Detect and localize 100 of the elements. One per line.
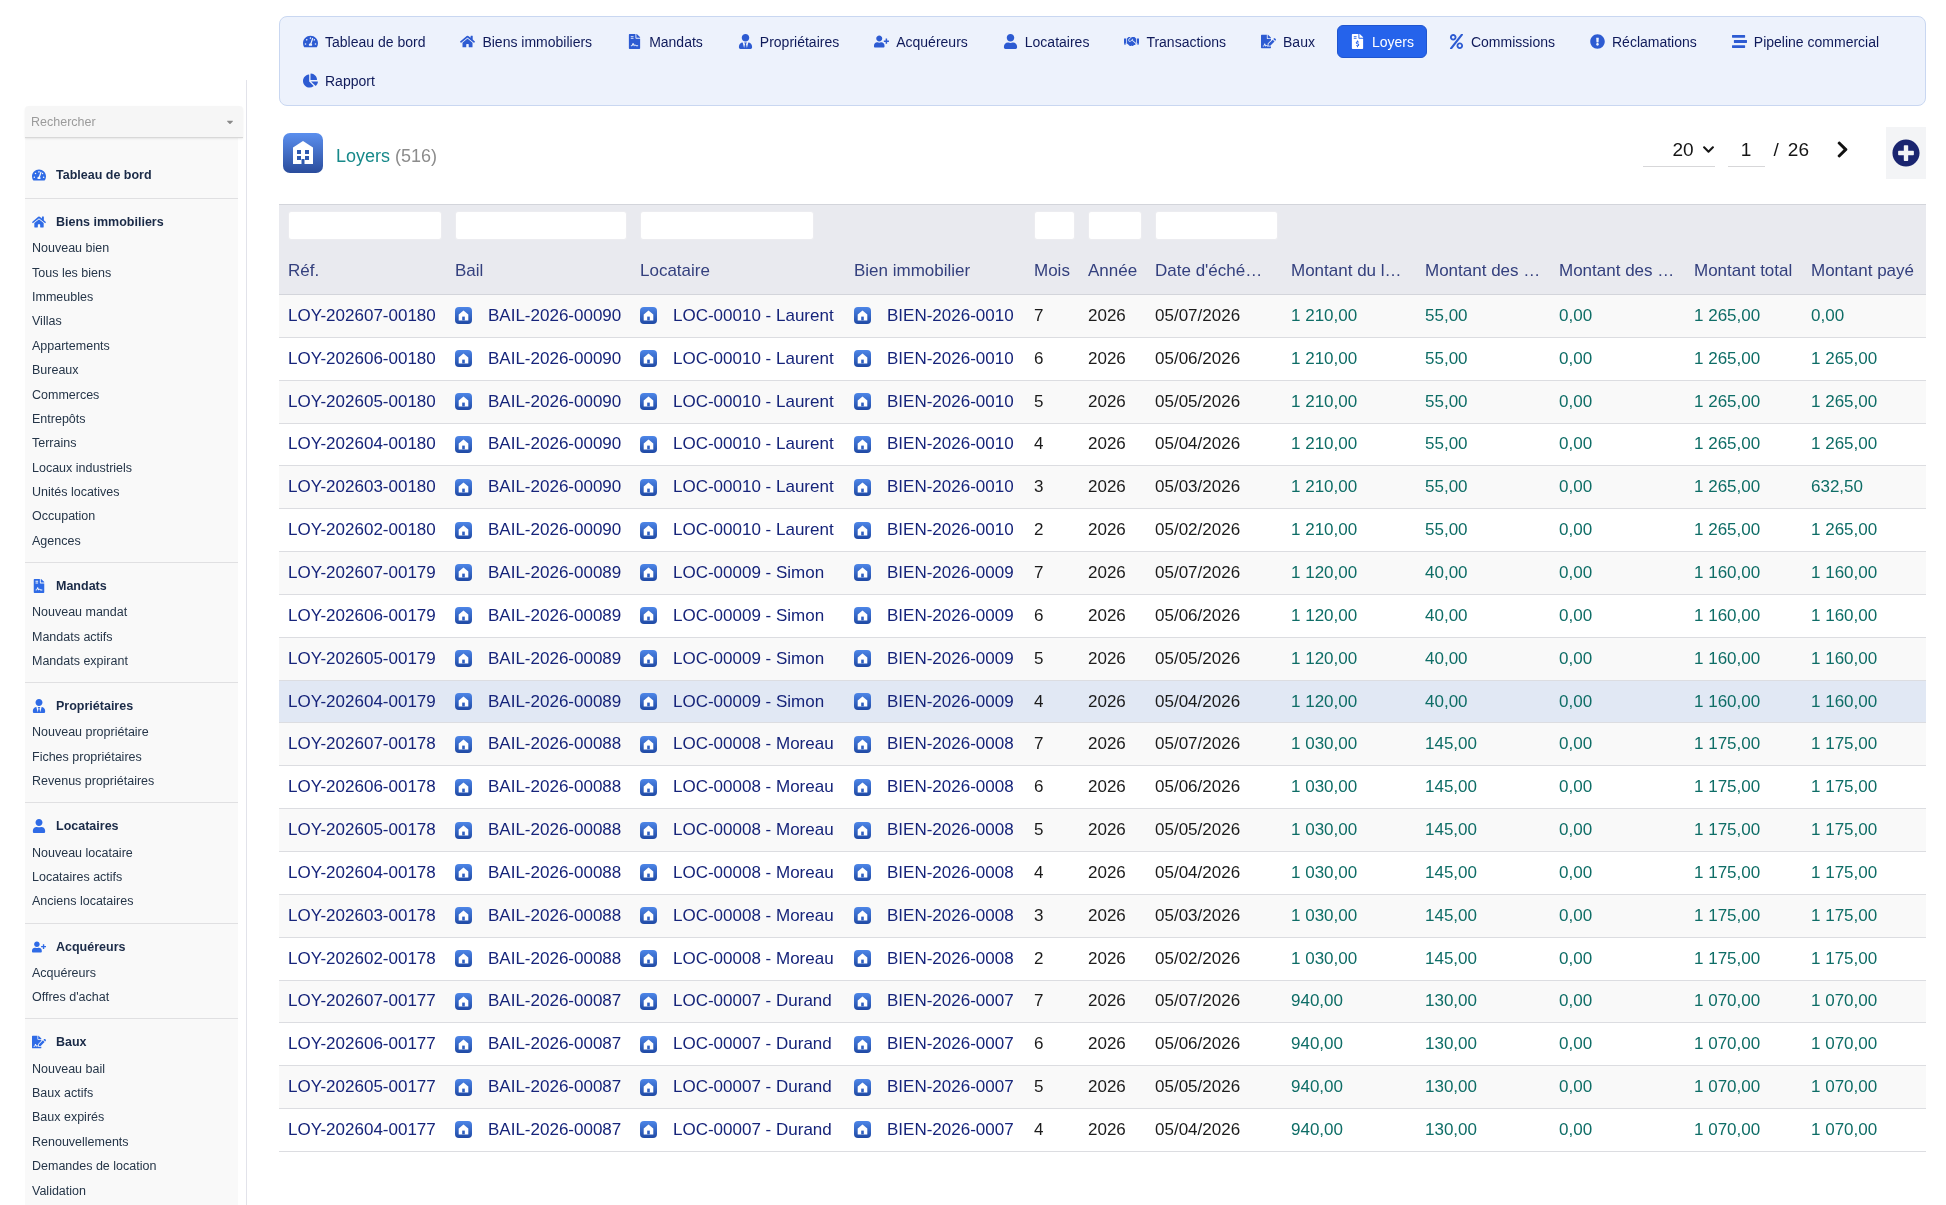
sidebar-item[interactable]: Fiches propriétaires <box>25 744 238 770</box>
record-link[interactable]: LOC-00008 - Moreau <box>673 777 834 798</box>
sidebar-item[interactable]: Revenus propriétaires <box>25 769 238 794</box>
record-link[interactable]: LOC-00007 - Durand <box>673 1119 832 1140</box>
record-link[interactable]: BIEN-2026-0007 <box>887 1034 1014 1055</box>
record-link[interactable]: LOC-00010 - Laurent <box>673 391 834 412</box>
record-link[interactable]: LOY-202604-00180 <box>288 434 436 455</box>
record-link[interactable]: LOC-00008 - Moreau <box>673 820 834 841</box>
record-link[interactable]: BIEN-2026-0010 <box>887 477 1014 498</box>
record-link[interactable]: LOY-202605-00180 <box>288 391 436 412</box>
record-link[interactable]: BIEN-2026-0007 <box>887 1119 1014 1140</box>
sidebar-item[interactable]: Nouveau mandat <box>25 600 238 625</box>
table-row[interactable]: LOY-202607-00177 BAIL-2026-00087 LOC-00007 - Durand BIEN-2026-0007 7 2026 05/07/2026 940,00 130,00 0,00 1 070,00 1 070,00 <box>279 980 1926 1024</box>
table-row[interactable]: LOY-202607-00180 BAIL-2026-00090 LOC-00010 - Laurent BIEN-2026-0010 7 2026 05/07/2026 1 210,00 55,00 0,00 1 265,00 0,00 <box>279 295 1926 338</box>
sidebar-item[interactable]: Nouveau bien <box>25 236 238 261</box>
sidebar-item[interactable]: Nouveau bail <box>25 1056 238 1081</box>
record-link[interactable]: LOY-202605-00177 <box>288 1077 436 1098</box>
record-link[interactable]: LOC-00008 - Moreau <box>673 948 834 969</box>
record-link[interactable]: BIEN-2026-0010 <box>887 520 1014 541</box>
table-row[interactable]: LOY-202605-00178 BAIL-2026-00088 LOC-00008 - Moreau BIEN-2026-0008 5 2026 05/05/2026 1 030,00 145,00 0,00 1 175,00 1 175,00 <box>279 809 1926 852</box>
sidebar-item[interactable]: Bureaux <box>25 357 238 383</box>
record-link[interactable]: BAIL-2026-00087 <box>488 1034 622 1055</box>
record-link[interactable]: BAIL-2026-00090 <box>488 434 622 455</box>
record-link[interactable]: LOY-202605-00178 <box>288 820 436 841</box>
table-row[interactable]: LOY-202607-00178 BAIL-2026-00088 LOC-00008 - Moreau BIEN-2026-0008 7 2026 05/07/2026 1 030,00 145,00 0,00 1 175,00 1 175,00 <box>279 723 1926 767</box>
add-button[interactable] <box>1886 127 1926 179</box>
record-link[interactable]: BAIL-2026-00089 <box>488 605 622 626</box>
search-field[interactable]: Rechercher <box>25 106 243 138</box>
record-link[interactable]: BAIL-2026-00088 <box>488 820 622 841</box>
sidebar-item[interactable]: Baux actifs <box>25 1080 238 1106</box>
record-link[interactable]: BAIL-2026-00090 <box>488 391 622 412</box>
record-link[interactable]: LOC-00008 - Moreau <box>673 905 834 926</box>
record-link[interactable]: LOC-00010 - Laurent <box>673 434 834 455</box>
record-link[interactable]: LOY-202606-00180 <box>288 348 436 369</box>
record-link[interactable]: LOC-00009 - Simon <box>673 563 825 583</box>
record-link[interactable]: BIEN-2026-0009 <box>887 563 1014 583</box>
record-link[interactable]: LOY-202607-00179 <box>288 563 436 583</box>
nav-tab[interactable]: Locataires <box>989 25 1103 58</box>
nav-tab[interactable]: Propriétaires <box>724 25 853 58</box>
record-link[interactable]: BAIL-2026-00090 <box>488 348 622 369</box>
record-link[interactable]: BAIL-2026-00088 <box>488 734 622 755</box>
page-size-select[interactable]: 20 <box>1642 133 1715 167</box>
sidebar-item[interactable]: Commerces <box>25 382 238 407</box>
sidebar-item[interactable]: Nouveau locataire <box>25 840 238 865</box>
sidebar-item[interactable]: Terrains <box>25 431 238 456</box>
sidebar-heading[interactable]: Mandats <box>25 572 238 601</box>
record-link[interactable]: BIEN-2026-0007 <box>887 1077 1014 1098</box>
record-link[interactable]: BIEN-2026-0010 <box>887 434 1014 455</box>
record-link[interactable]: BIEN-2026-0007 <box>887 991 1014 1012</box>
record-link[interactable]: BIEN-2026-0008 <box>887 948 1014 969</box>
sidebar-item[interactable]: Mandats actifs <box>25 624 238 649</box>
record-link[interactable]: LOC-00007 - Durand <box>673 1034 832 1055</box>
record-link[interactable]: LOC-00009 - Simon <box>673 648 825 669</box>
record-link[interactable]: BAIL-2026-00089 <box>488 563 622 583</box>
record-link[interactable]: BAIL-2026-00088 <box>488 862 622 883</box>
record-link[interactable]: BIEN-2026-0008 <box>887 777 1014 798</box>
record-link[interactable]: LOC-00009 - Simon <box>673 691 825 712</box>
record-link[interactable]: LOC-00010 - Laurent <box>673 348 834 369</box>
sidebar-item[interactable]: Immeubles <box>25 284 238 310</box>
nav-tab[interactable]: Pipeline commercial <box>1718 25 1893 58</box>
record-link[interactable]: LOY-202603-00178 <box>288 905 436 926</box>
record-link[interactable]: LOY-202602-00178 <box>288 948 436 969</box>
record-link[interactable]: LOC-00010 - Laurent <box>673 477 834 498</box>
sidebar-item[interactable]: Nouveau propriétaire <box>25 720 238 745</box>
sidebar-item[interactable]: Locaux industriels <box>25 455 238 480</box>
sidebar-heading[interactable]: Acquéreurs <box>25 932 238 961</box>
record-link[interactable]: LOY-202604-00179 <box>288 691 436 712</box>
sidebar-item[interactable]: Acquéreurs <box>25 960 238 985</box>
record-link[interactable]: LOY-202607-00180 <box>288 305 436 326</box>
record-link[interactable]: LOY-202607-00177 <box>288 991 436 1012</box>
record-link[interactable]: LOY-202606-00179 <box>288 605 436 626</box>
nav-tab[interactable]: Baux <box>1248 25 1328 58</box>
sidebar-item[interactable]: Tous les biens <box>25 260 238 285</box>
record-link[interactable]: LOC-00007 - Durand <box>673 1077 832 1098</box>
record-link[interactable]: BIEN-2026-0008 <box>887 862 1014 883</box>
nav-tab[interactable]: Transactions <box>1111 25 1239 58</box>
nav-tab[interactable]: Commissions <box>1435 25 1568 58</box>
record-link[interactable]: LOC-00010 - Laurent <box>673 520 834 541</box>
record-link[interactable]: LOY-202602-00180 <box>288 520 436 541</box>
record-link[interactable]: BAIL-2026-00088 <box>488 777 622 798</box>
record-link[interactable]: LOY-202607-00178 <box>288 734 436 755</box>
record-link[interactable]: BIEN-2026-0008 <box>887 905 1014 926</box>
table-row[interactable]: LOY-202605-00177 BAIL-2026-00087 LOC-00007 - Durand BIEN-2026-0007 5 2026 05/05/2026 940,00 130,00 0,00 1 070,00 1 070,00 <box>279 1066 1926 1110</box>
record-link[interactable]: LOY-202606-00178 <box>288 777 436 798</box>
record-link[interactable]: BAIL-2026-00087 <box>488 1077 622 1098</box>
sidebar-item[interactable]: Agences <box>25 528 238 554</box>
nav-tab[interactable]: Mandats <box>614 25 716 58</box>
sidebar-item[interactable]: Locataires actifs <box>25 864 238 890</box>
record-link[interactable]: BIEN-2026-0009 <box>887 605 1014 626</box>
record-link[interactable]: LOY-202604-00178 <box>288 862 436 883</box>
sidebar-item[interactable]: Validation <box>25 1178 238 1203</box>
sidebar-item[interactable]: Mandats expirant <box>25 648 238 674</box>
record-link[interactable]: BAIL-2026-00090 <box>488 477 622 498</box>
table-row[interactable]: LOY-202607-00179 BAIL-2026-00089 LOC-00009 - Simon BIEN-2026-0009 7 2026 05/07/2026 1 120,00 40,00 0,00 1 160,00 1 160,00 <box>279 552 1926 595</box>
record-link[interactable]: LOC-00007 - Durand <box>673 991 832 1012</box>
record-link[interactable]: LOY-202604-00177 <box>288 1119 436 1140</box>
record-link[interactable]: BAIL-2026-00088 <box>488 905 622 926</box>
record-link[interactable]: BIEN-2026-0010 <box>887 391 1014 412</box>
record-link[interactable]: LOC-00008 - Moreau <box>673 862 834 883</box>
record-link[interactable]: BAIL-2026-00089 <box>488 648 622 669</box>
